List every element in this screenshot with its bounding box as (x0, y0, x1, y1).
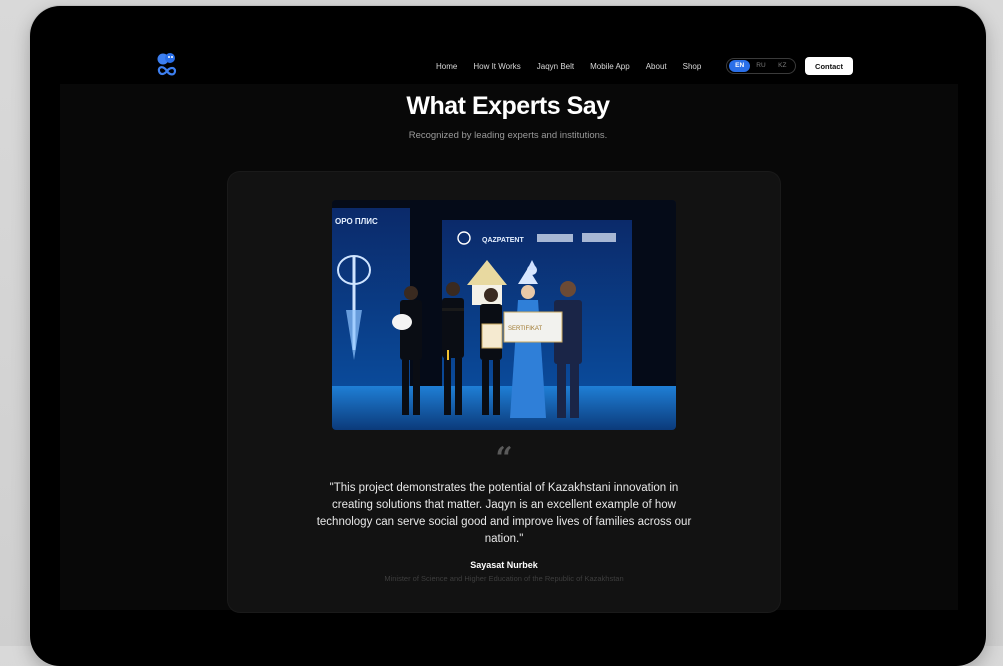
nav-link-shop[interactable]: Shop (683, 61, 702, 73)
top-navigation: Home How It Works Jaqyn Belt Mobile App … (30, 6, 986, 86)
testimonial-author: Sayasat Nurbek (470, 560, 538, 570)
nav-links: Home How It Works Jaqyn Belt Mobile App … (436, 61, 717, 73)
photo-banner-right: QAZPATENT (482, 237, 524, 244)
language-en-button[interactable]: EN (729, 60, 751, 72)
section-subtitle: Recognized by leading experts and instit… (408, 130, 608, 141)
nav-link-about[interactable]: About (646, 61, 667, 73)
award-photo-illustration: ОРО ПЛИС QAZPATENT SERTIFIKAT (332, 200, 676, 430)
logo-icon[interactable] (156, 52, 178, 78)
nav-link-mobile-app[interactable]: Mobile App (590, 61, 630, 73)
photo-certificate-label: SERTIFIKAT (508, 326, 542, 332)
nav-link-home[interactable]: Home (436, 61, 457, 73)
testimonial-author-title: Minister of Science and Higher Education… (384, 574, 624, 583)
award-ceremony-photo: ОРО ПЛИС QAZPATENT SERTIFIKAT (332, 200, 676, 430)
language-ru-button[interactable]: RU (750, 60, 771, 72)
nav-link-how-it-works[interactable]: How It Works (473, 61, 520, 73)
contact-button[interactable]: Contact (805, 57, 853, 75)
testimonial-quote: "This project demonstrates the potential… (316, 482, 692, 545)
photo-banner-left: ОРО ПЛИС (335, 217, 378, 226)
language-kz-button[interactable]: KZ (772, 60, 793, 72)
nav-link-jaqyn-belt[interactable]: Jaqyn Belt (537, 61, 574, 73)
laptop-frame: Home How It Works Jaqyn Belt Mobile App … (30, 6, 986, 666)
testimonial-card: ОРО ПЛИС QAZPATENT SERTIFIKAT “ "This pr… (228, 172, 780, 612)
section-title: What Experts Say (406, 92, 610, 120)
quote-icon: “ (495, 441, 513, 476)
language-switcher: EN RU KZ (726, 58, 796, 74)
